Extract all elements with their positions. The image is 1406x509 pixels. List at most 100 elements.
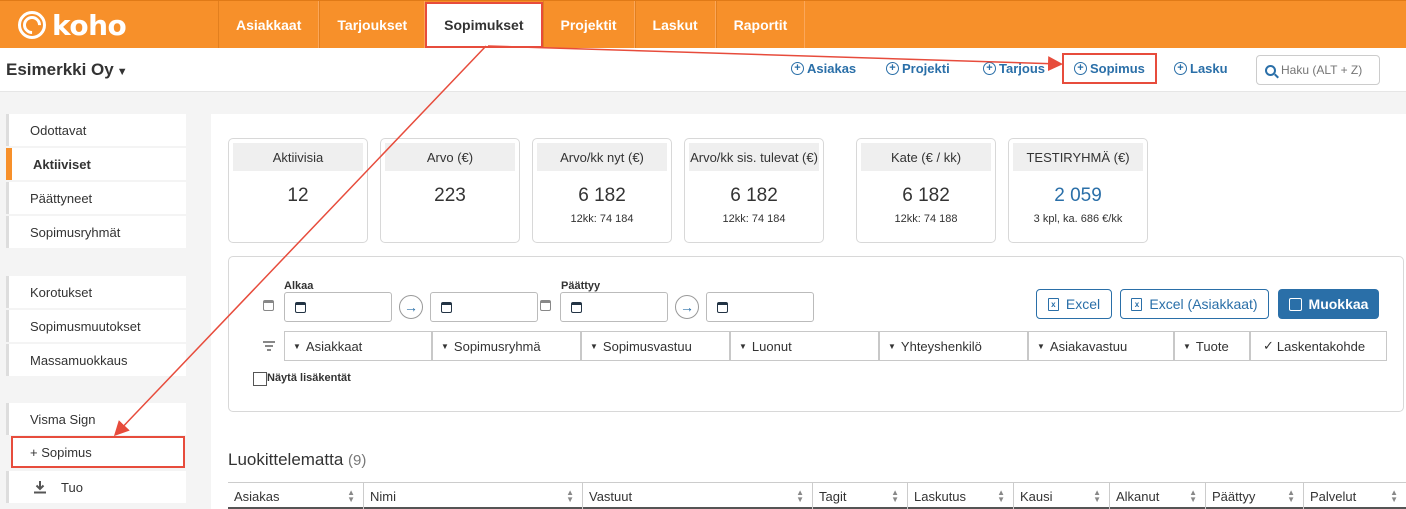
caret-down-icon: ▼: [1037, 341, 1045, 351]
sidebar-item-paattyneet[interactable]: Päättyneet: [6, 182, 186, 214]
sub-header: Esimerkki Oy ▼ + Asiakas + Projekti + Tarjou…: [0, 48, 1406, 92]
sidebar-item-odottavat[interactable]: Odottavat: [6, 114, 186, 146]
column-header-asiakas[interactable]: Asiakas ▲ ▼: [228, 483, 363, 509]
search-box[interactable]: [1256, 55, 1380, 85]
arrow-right-icon[interactable]: →: [399, 295, 423, 319]
column-header-alkanut[interactable]: Alkanut ▲ ▼: [1109, 483, 1205, 509]
nav-tab-laskut[interactable]: Laskut: [634, 1, 716, 49]
filter-dropdown-asiakavastuu[interactable]: ▼ Asiakavastuu: [1028, 331, 1174, 361]
caret-down-icon: ▼: [739, 341, 747, 351]
column-header-nimi[interactable]: Nimi ▲ ▼: [363, 483, 582, 509]
start-date-from-input[interactable]: [284, 292, 392, 322]
stat-title: Kate (€ / kk): [861, 143, 991, 171]
sidebar-item-aktiiviset[interactable]: Aktiiviset: [6, 148, 186, 180]
quick-add-asiakas[interactable]: + Asiakas: [791, 61, 856, 76]
table-header: Asiakas ▲ ▼ Nimi ▲ ▼ Vastuut ▲ ▼ Tagit ▲ ▼ Lasku…: [228, 482, 1406, 509]
start-date-to-input[interactable]: [430, 292, 538, 322]
column-header-palvelut[interactable]: Palvelut ▲ ▼: [1303, 483, 1406, 509]
main-nav-tabs: Asiakkaat Tarjoukset Sopimukset Projekti…: [218, 1, 806, 49]
excel-customers-export-button[interactable]: x Excel (Asiakkaat): [1120, 289, 1269, 319]
nav-tab-tarjoukset[interactable]: Tarjoukset: [319, 1, 426, 49]
filter-dropdown-sopimusryhma[interactable]: ▼ Sopimusryhmä: [432, 331, 581, 361]
top-navigation-bar: koho Asiakkaat Tarjoukset Sopimukset Pro…: [0, 0, 1406, 49]
company-selector[interactable]: Esimerkki Oy ▼: [6, 60, 128, 80]
column-header-paattyy[interactable]: Päättyy ▲ ▼: [1205, 483, 1303, 509]
quick-add-sopimus[interactable]: + Sopimus: [1062, 53, 1157, 84]
section-count: (9): [348, 452, 367, 469]
koho-logo[interactable]: koho: [18, 8, 127, 42]
filter-dropdown-tuote[interactable]: ▼ Tuote: [1174, 331, 1250, 361]
stat-card-arvo: Arvo (€) 223: [380, 138, 520, 243]
plus-circle-icon: +: [1174, 62, 1187, 75]
end-date-from-input[interactable]: [560, 292, 668, 322]
column-header-kausi[interactable]: Kausi ▲ ▼: [1013, 483, 1109, 509]
quick-add-lasku[interactable]: + Lasku: [1174, 61, 1228, 76]
plus-circle-icon: +: [1074, 62, 1087, 75]
section-title: Luokittelematta (9): [228, 450, 367, 469]
caret-down-icon: ▼: [293, 341, 301, 351]
sidebar-item-add-sopimus[interactable]: + Sopimus: [11, 436, 185, 468]
start-date-label: Alkaa: [284, 280, 314, 292]
logo-text: koho: [52, 8, 127, 42]
show-extra-fields-checkbox[interactable]: [253, 372, 267, 386]
filter-dropdown-sopimusvastuu[interactable]: ▼ Sopimusvastuu: [581, 331, 730, 361]
stat-subtext: 3 kpl, ka. 686 €/kk: [1033, 213, 1123, 225]
caret-down-icon: ▼: [441, 341, 449, 351]
stat-card-testiryhma[interactable]: TESTIRYHMÄ (€) 2 059 3 kpl, ka. 686 €/kk: [1008, 138, 1148, 243]
stat-value: 6 182: [902, 185, 950, 206]
calendar-icon: [540, 300, 551, 311]
search-input[interactable]: [1281, 63, 1376, 77]
caret-down-icon: ▼: [1183, 341, 1191, 351]
excel-export-button[interactable]: x Excel: [1036, 289, 1112, 319]
company-name: Esimerkki Oy: [6, 60, 114, 79]
stat-title: Aktiivisia: [233, 143, 363, 171]
nav-tab-projektit[interactable]: Projektit: [542, 1, 635, 49]
sidebar-item-sopimusmuutokset[interactable]: Sopimusmuutokset: [6, 310, 186, 342]
stat-value: 6 182: [730, 185, 778, 206]
search-icon: [1265, 64, 1276, 76]
stat-value: 223: [434, 185, 466, 206]
sidebar-item-sopimusryhmat[interactable]: Sopimusryhmät: [6, 216, 186, 248]
filter-icon: [263, 341, 275, 353]
calendar-icon: [717, 302, 728, 313]
sort-icon: ▲ ▼: [796, 488, 804, 504]
stat-card-arvo-kk-nyt: Arvo/kk nyt (€) 6 182 12kk: 74 184: [532, 138, 672, 243]
column-header-vastuut[interactable]: Vastuut ▲ ▼: [582, 483, 812, 509]
calendar-icon: [263, 300, 274, 311]
sort-icon: ▲ ▼: [1093, 488, 1101, 504]
stat-card-kate: Kate (€ / kk) 6 182 12kk: 74 188: [856, 138, 996, 243]
edit-button[interactable]: Muokkaa: [1278, 289, 1379, 319]
column-header-laskutus[interactable]: Laskutus ▲ ▼: [907, 483, 1013, 509]
filter-dropdown-yhteyshenkilo[interactable]: ▼ Yhteyshenkilö: [879, 331, 1028, 361]
filter-toggle-laskentakohde[interactable]: ✓ Laskentakohde: [1250, 331, 1387, 361]
nav-tab-sopimukset[interactable]: Sopimukset: [425, 2, 543, 48]
show-extra-fields-label: Näytä lisäkentät: [267, 372, 351, 384]
sidebar-item-visma-sign[interactable]: Visma Sign: [6, 403, 186, 435]
stat-subtext: 12kk: 74 184: [570, 213, 634, 225]
nav-tab-raportit[interactable]: Raportit: [715, 1, 806, 49]
stat-subtext: 12kk: 74 184: [722, 213, 786, 225]
download-icon: [34, 481, 46, 494]
sort-icon: ▲ ▼: [997, 488, 1005, 504]
caret-down-icon: ▼: [116, 66, 128, 78]
quick-add-projekti[interactable]: + Projekti: [886, 61, 950, 76]
arrow-right-icon[interactable]: →: [675, 295, 699, 319]
quick-add-tarjous[interactable]: + Tarjous: [983, 61, 1045, 76]
end-date-label: Päättyy: [561, 280, 601, 292]
end-date-to-input[interactable]: [706, 292, 814, 322]
stat-title: Arvo (€): [385, 143, 515, 171]
sort-icon: ▲ ▼: [1390, 488, 1398, 504]
sort-icon: ▲ ▼: [566, 488, 574, 504]
calendar-icon: [571, 302, 582, 313]
sidebar-item-massamuokkaus[interactable]: Massamuokkaus: [6, 344, 186, 376]
column-header-tagit[interactable]: Tagit ▲ ▼: [812, 483, 907, 509]
plus-circle-icon: +: [791, 62, 804, 75]
nav-tab-asiakkaat[interactable]: Asiakkaat: [218, 1, 320, 49]
edit-icon: [1288, 297, 1302, 311]
stat-title: Arvo/kk sis. tulevat (€): [689, 143, 819, 171]
sidebar-item-korotukset[interactable]: Korotukset: [6, 276, 186, 308]
sidebar-item-tuo[interactable]: Tuo: [6, 471, 186, 503]
stat-value-link[interactable]: 2 059: [1009, 185, 1147, 207]
filter-dropdown-asiakkaat[interactable]: ▼ Asiakkaat: [284, 331, 432, 361]
filter-dropdown-luonut[interactable]: ▼ Luonut: [730, 331, 879, 361]
